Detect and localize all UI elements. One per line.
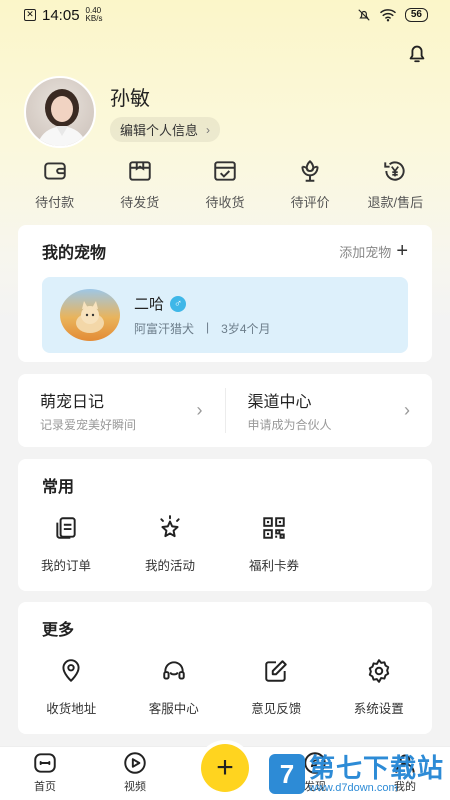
coupons-button[interactable]: 福利卡券 (222, 515, 326, 574)
home-tab-icon (34, 753, 56, 773)
pet-breed: 阿富汗猎犬 (134, 322, 195, 336)
order-pending-payment[interactable]: 待付款 (17, 158, 93, 211)
watermark-title: 第七下载站 (308, 753, 444, 783)
order-pending-receipt[interactable]: 待收货 (187, 158, 263, 211)
wifi-icon (379, 9, 396, 22)
delivery-card-icon (214, 161, 236, 181)
common-title: 常用 (42, 479, 75, 496)
battery-indicator: 56 (404, 8, 428, 22)
tab-add[interactable]: + (190, 744, 260, 794)
edit-profile-label: 编辑个人信息 (120, 123, 199, 138)
pet-item[interactable]: 二哈 ♂ 阿富汗猎犬 | 3岁4个月 (42, 277, 408, 353)
edit-feedback-icon (265, 660, 287, 682)
star-activity-icon (160, 515, 180, 538)
qr-code-icon (263, 517, 285, 539)
my-pets-title: 我的宠物 (42, 245, 107, 262)
user-name: 孙敏 (110, 88, 150, 110)
watermark-logo: 7 (268, 754, 305, 794)
gear-icon (368, 659, 389, 683)
order-list-icon (56, 517, 76, 539)
feedback-button[interactable]: 意见反馈 (225, 658, 328, 717)
pet-age: 3岁4个月 (221, 322, 271, 336)
status-bar: ✕ 14:05 0.40 KB/s 56 (0, 0, 450, 30)
pet-meta-separator: | (206, 320, 210, 334)
site-watermark: 7 第七下载站 www.d7down.com (268, 753, 444, 794)
add-pet-button[interactable]: 添加宠物 + (339, 240, 408, 262)
location-pin-icon (62, 659, 80, 682)
refund-yen-icon (384, 161, 405, 181)
mute-bell-icon (358, 9, 370, 21)
more-section: 更多 收货地址 客服中心 意见反馈 系统设置 (18, 602, 432, 734)
chevron-right-icon: › (404, 400, 410, 420)
my-pets-card: 我的宠物 添加宠物 + 二哈 ♂ 阿富汗猎犬 | 3岁4个月 (18, 225, 432, 362)
tab-video[interactable]: 视频 (100, 750, 170, 794)
plus-icon: + (396, 240, 408, 262)
channel-center-link[interactable]: 渠道中心 申请成为合伙人 › (224, 388, 433, 433)
profile-header: 孙敏 编辑个人信息 › (24, 76, 221, 148)
order-refund-aftersale[interactable]: 退款/售后 (357, 158, 433, 211)
edit-profile-button[interactable]: 编辑个人信息 › (110, 117, 221, 142)
male-gender-icon: ♂ (170, 295, 187, 312)
video-tab-icon (124, 752, 146, 774)
flower-icon (301, 160, 319, 182)
shipping-address-button[interactable]: 收货地址 (20, 658, 123, 717)
order-status-row: 待付款 待发货 待收货 待评价 退款/售后 (0, 158, 450, 211)
chevron-right-icon: › (206, 122, 211, 137)
more-title: 更多 (42, 622, 75, 639)
quick-links-card: 萌宠日记 记录爱宠美好瞬间 › 渠道中心 申请成为合伙人 › (18, 374, 432, 447)
status-time: 14:05 (42, 6, 80, 24)
wallet-icon (43, 162, 66, 180)
tab-home[interactable]: 首页 (10, 750, 80, 794)
order-pending-shipment[interactable]: 待发货 (102, 158, 178, 211)
notification-x-icon: ✕ (24, 9, 36, 21)
package-icon (129, 161, 151, 181)
headset-icon (163, 661, 185, 680)
watermark-url: www.d7down.com (308, 782, 398, 794)
my-activities-button[interactable]: 我的活动 (118, 515, 222, 574)
system-settings-button[interactable]: 系统设置 (328, 658, 431, 717)
add-post-button: + (201, 744, 249, 792)
network-speed: 0.40 KB/s (85, 6, 103, 23)
customer-service-button[interactable]: 客服中心 (123, 658, 226, 717)
my-orders-button[interactable]: 我的订单 (14, 515, 118, 574)
pet-photo (60, 289, 120, 341)
chevron-right-icon: › (196, 400, 203, 420)
notification-bell-icon[interactable] (406, 42, 428, 64)
common-section: 常用 我的订单 我的活动 福利卡券 (18, 459, 432, 591)
pet-name: 二哈 (134, 296, 165, 313)
order-pending-review[interactable]: 待评价 (272, 158, 348, 211)
pet-diary-link[interactable]: 萌宠日记 记录爱宠美好瞬间 › (18, 388, 225, 433)
avatar[interactable] (24, 76, 96, 148)
